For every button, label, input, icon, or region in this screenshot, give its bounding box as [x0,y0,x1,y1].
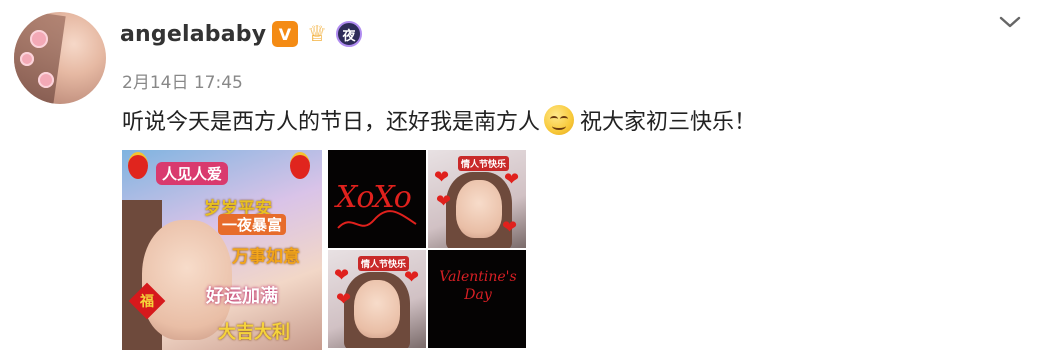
heart-icon: ❤ [336,289,352,310]
crown-icon[interactable]: ♕ [304,21,330,47]
post-timestamp[interactable]: 2月14日 17:45 [122,68,243,93]
flower-decoration [30,30,48,48]
username[interactable]: angelababy [120,22,266,47]
image-face [354,280,400,338]
image-overlay-text: 万事如意 [232,247,300,267]
post-image-main[interactable]: 人见人爱 岁岁平安 一夜暴富 万事如意 好运加满 大吉大利 福 [122,150,322,350]
fu-char: 福 [140,294,154,310]
image-face [456,180,502,238]
post-image-selfie[interactable]: 情人节快乐 ❤ ❤ ❤ ❤ [428,150,526,248]
post-image-selfie[interactable]: 情人节快乐 ❤ ❤ ❤ [328,250,426,348]
heart-icon: ❤ [334,265,350,286]
heart-icon: ❤ [502,217,518,238]
weibo-post: angelababy V ♕ 夜 2月14日 17:45 听说今天是西方人的节日… [0,0,1038,352]
flower-decoration [38,72,54,88]
heart-icon: ❤ [504,169,520,190]
post-text-part2: 祝大家初三快乐！ [580,110,757,135]
flower-decoration [20,52,34,66]
post-text-part1: 听说今天是西方人的节日，还好我是南方人 [122,110,541,135]
lantern-decoration [128,152,148,179]
image-overlay-text: 大吉大利 [218,322,290,343]
image-overlay-text: 好运加满 [206,286,278,307]
verified-badge-icon[interactable]: V [272,21,298,47]
selfie-tag: 情人节快乐 [358,256,410,271]
chevron-down-icon[interactable] [998,10,1022,34]
image-overlay-text: 一夜暴富 [218,214,287,235]
heart-icon: ❤ [434,167,450,188]
post-image-valentine[interactable]: Valentine's Day [428,250,526,348]
smiling-face-emoji-icon [544,105,575,135]
avatar[interactable] [14,12,106,104]
scribble-decoration [337,210,417,229]
selfie-tag: 情人节快乐 [458,156,510,171]
post-image-xoxo[interactable]: XoXo [328,150,426,248]
image-overlay-text: 人见人爱 [156,162,229,185]
night-badge-icon[interactable]: 夜 [336,21,362,47]
post-text: 听说今天是西方人的节日，还好我是南方人 祝大家初三快乐！ [122,104,756,136]
heart-icon: ❤ [404,267,420,288]
user-badges: V ♕ 夜 [272,21,362,47]
heart-icon: ❤ [436,191,452,212]
valentine-text: Valentine's Day [439,269,517,304]
lantern-decoration [290,152,310,179]
